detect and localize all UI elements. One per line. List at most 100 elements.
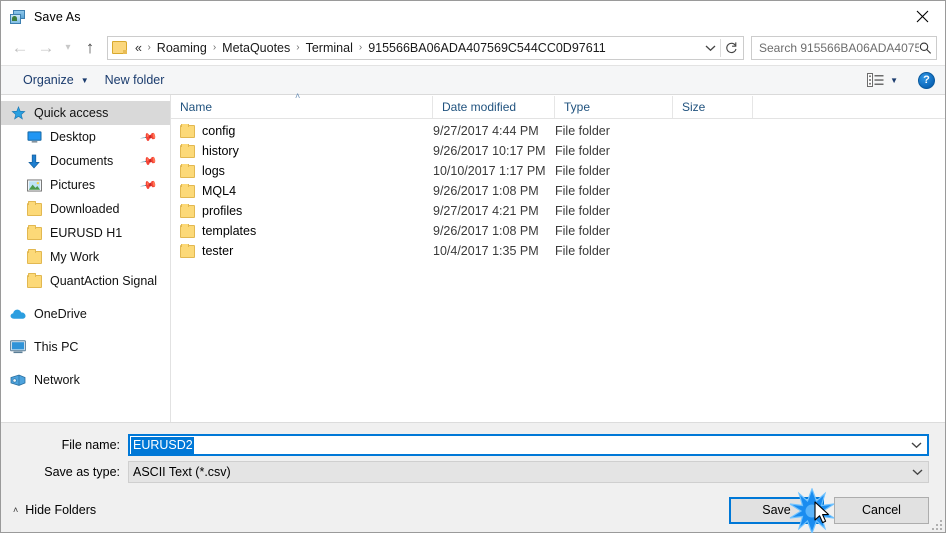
file-date-cell: 9/26/2017 10:17 PM: [433, 144, 546, 158]
breadcrumb-item-terminal[interactable]: Terminal: [304, 40, 355, 56]
help-icon: ?: [923, 73, 930, 86]
file-name-dropdown-button[interactable]: [905, 441, 927, 449]
folder-icon: [25, 272, 43, 289]
sidebar-item-quantaction-signal[interactable]: QuantAction Signal: [1, 269, 170, 293]
save-as-app-icon: [10, 9, 26, 25]
sidebar-item-label: My Work: [50, 250, 100, 264]
file-name-cell: history: [171, 144, 433, 158]
breadcrumb-item-roaming[interactable]: Roaming: [155, 40, 209, 56]
this-pc-icon: [9, 339, 27, 355]
sidebar-item-label: Desktop: [50, 130, 96, 144]
new-folder-button[interactable]: New folder: [97, 70, 173, 90]
organize-button[interactable]: Organize ▼: [15, 70, 97, 90]
breadcrumb: « › Roaming › MetaQuotes › Terminal › 91…: [133, 40, 700, 56]
file-name-label: tester: [202, 244, 234, 258]
recent-locations-button[interactable]: ▾: [59, 35, 77, 61]
sidebar-item-label: Network: [34, 373, 80, 387]
save-button[interactable]: Save: [729, 496, 824, 524]
file-type-cell: File folder: [555, 244, 610, 258]
change-view-button[interactable]: ▼: [863, 71, 902, 89]
up-one-level-button[interactable]: ↑: [77, 35, 103, 61]
forward-button[interactable]: →: [33, 35, 59, 61]
change-view-icon: [867, 73, 884, 87]
address-dropdown-button[interactable]: [700, 37, 720, 59]
column-header-size[interactable]: Size: [673, 95, 753, 118]
close-button[interactable]: [899, 1, 945, 32]
save-as-type-row: Save as type: ASCII Text (*.csv): [1, 461, 945, 483]
search-input[interactable]: Search 915566BA06ADA40756...: [759, 41, 919, 55]
chevron-down-icon: [705, 45, 715, 51]
file-type-cell: File folder: [555, 124, 610, 138]
folder-icon: [25, 224, 43, 241]
sidebar-item-my-work[interactable]: My Work: [1, 245, 170, 269]
sidebar-item-label: Quick access: [34, 106, 109, 120]
file-name-value[interactable]: EURUSD2: [131, 436, 194, 454]
sidebar-item-label: This PC: [34, 340, 79, 354]
table-row[interactable]: templates 9/26/2017 1:08 PM File folder: [171, 221, 945, 241]
file-date-cell: 10/10/2017 1:17 PM: [433, 164, 546, 178]
sidebar-item-desktop[interactable]: Desktop 📌: [1, 125, 170, 149]
breadcrumb-item-terminal-id[interactable]: 915566BA06ADA407569C544CC0D97611: [366, 40, 607, 56]
column-header-name[interactable]: Name ˄: [171, 91, 433, 118]
sidebar-item-pictures[interactable]: Pictures 📌: [1, 173, 170, 197]
table-row[interactable]: profiles 9/27/2017 4:21 PM File folder: [171, 201, 945, 221]
folder-icon: [180, 144, 195, 158]
file-date-cell: 9/27/2017 4:21 PM: [433, 204, 539, 218]
sidebar-item-downloaded[interactable]: Downloaded: [1, 197, 170, 221]
close-icon: [916, 10, 928, 23]
save-as-type-select[interactable]: ASCII Text (*.csv): [128, 461, 929, 483]
sidebar-item-quick-access[interactable]: Quick access: [1, 101, 170, 125]
breadcrumb-overflow[interactable]: «: [133, 40, 143, 56]
file-name-label: logs: [202, 164, 225, 178]
refresh-button[interactable]: [721, 37, 741, 59]
file-name-cell: logs: [171, 164, 433, 178]
search-icon: [920, 42, 932, 54]
table-row[interactable]: tester 10/4/2017 1:35 PM File folder: [171, 241, 945, 261]
organize-label: Organize: [23, 73, 74, 87]
save-as-type-dropdown-button[interactable]: [906, 468, 928, 476]
sidebar-item-this-pc[interactable]: This PC: [1, 335, 170, 359]
table-row[interactable]: history 9/26/2017 10:17 PM File folder: [171, 141, 945, 161]
breadcrumb-item-metaquotes[interactable]: MetaQuotes: [220, 40, 292, 56]
sidebar-item-documents[interactable]: Documents 📌: [1, 149, 170, 173]
folder-icon: [112, 41, 127, 54]
file-name-label: profiles: [202, 204, 243, 218]
pin-icon: 📌: [139, 176, 158, 195]
back-button[interactable]: ←: [7, 35, 33, 61]
column-header-label: Name: [180, 99, 213, 114]
chevron-down-icon: [911, 442, 921, 449]
table-row[interactable]: logs 10/10/2017 1:17 PM File folder: [171, 161, 945, 181]
column-header-date-modified[interactable]: Date modified: [433, 95, 555, 118]
command-toolbar: Organize ▼ New folder ▼ ?: [1, 65, 945, 95]
file-type-cell: File folder: [555, 164, 610, 178]
table-row[interactable]: config 9/27/2017 4:44 PM File folder: [171, 121, 945, 141]
table-row[interactable]: MQL4 9/26/2017 1:08 PM File folder: [171, 181, 945, 201]
file-name-label: templates: [202, 224, 257, 238]
save-as-type-value: ASCII Text (*.csv): [133, 465, 231, 479]
hide-folders-button[interactable]: ˄ Hide Folders: [13, 503, 96, 517]
sidebar-item-eurusd-h1[interactable]: EURUSD H1: [1, 221, 170, 245]
onedrive-icon: [9, 306, 27, 322]
cancel-button[interactable]: Cancel: [834, 496, 929, 524]
sidebar-item-label: OneDrive: [34, 307, 87, 321]
help-button[interactable]: ?: [918, 71, 935, 89]
file-name-row: File name: EURUSD2: [1, 434, 945, 456]
breadcrumb-separator: ›: [212, 42, 217, 53]
file-name-label: history: [202, 144, 239, 158]
search-box[interactable]: Search 915566BA06ADA40756...: [751, 35, 937, 60]
file-name-label: config: [202, 124, 236, 138]
folder-icon: [25, 248, 43, 265]
sidebar-item-onedrive[interactable]: OneDrive: [1, 302, 170, 326]
resize-grip-icon[interactable]: [930, 518, 942, 530]
back-arrow-icon: ←: [11, 38, 29, 57]
sidebar-item-network[interactable]: Network: [1, 368, 170, 392]
file-name-cell: config: [171, 124, 433, 138]
file-date-cell: 9/27/2017 4:44 PM: [433, 124, 539, 138]
chevron-down-icon: ▾: [65, 42, 71, 53]
file-name-input[interactable]: EURUSD2: [128, 434, 929, 456]
file-name-cell: profiles: [171, 204, 433, 218]
folder-icon: [180, 184, 195, 198]
column-header-type[interactable]: Type: [555, 95, 673, 118]
column-header-label: Date modified: [442, 99, 517, 114]
address-bar[interactable]: « › Roaming › MetaQuotes › Terminal › 91…: [107, 35, 744, 60]
